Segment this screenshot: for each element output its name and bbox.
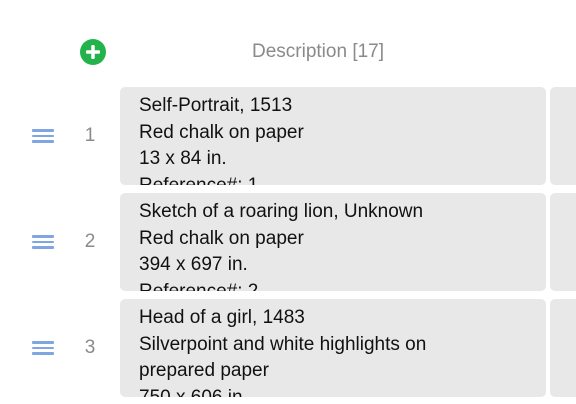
adjacent-cell[interactable] — [550, 193, 576, 291]
table-row: 3 Head of a girl, 1483 Silverpoint and w… — [0, 299, 576, 397]
adjacent-cell[interactable] — [550, 87, 576, 185]
adjacent-cell[interactable] — [550, 299, 576, 397]
row-index: 3 — [84, 337, 96, 358]
plus-circle-icon — [86, 45, 100, 59]
add-row-button[interactable] — [80, 39, 106, 65]
row-index: 2 — [84, 231, 96, 252]
description-line: Self-Portrait, 1513 — [139, 95, 293, 116]
table-row: 2 Sketch of a roaring lion, Unknown Red … — [0, 193, 576, 291]
description-cell[interactable]: Head of a girl, 1483 Silverpoint and whi… — [120, 299, 546, 397]
column-header: Description [17] — [0, 0, 576, 86]
description-cell[interactable]: Sketch of a roaring lion, Unknown Red ch… — [120, 193, 546, 291]
drag-handle-icon[interactable] — [32, 341, 54, 355]
description-line: Red chalk on paper — [139, 227, 304, 249]
description-line: Red chalk on paper — [139, 121, 304, 143]
description-line: prepared paper — [139, 360, 269, 381]
description-line: Reference#: 1 — [139, 174, 259, 186]
column-title: Description [17] — [252, 41, 385, 62]
row-index: 1 — [84, 125, 96, 146]
description-line: Silverpoint and white highlights on — [139, 333, 427, 355]
description-line: 394 x 697 in. — [139, 254, 248, 275]
description-line: Reference#: 2 — [139, 280, 259, 292]
description-line: 750 x 606 in. — [139, 386, 248, 398]
drag-handle-icon[interactable] — [32, 129, 54, 143]
description-line: Head of a girl, 1483 — [139, 307, 305, 328]
drag-handle-icon[interactable] — [32, 235, 54, 249]
description-line: Sketch of a roaring lion, Unknown — [139, 201, 424, 222]
description-cell[interactable]: Self-Portrait, 1513 Red chalk on paper 1… — [120, 87, 546, 185]
description-line: 13 x 84 in. — [139, 148, 227, 169]
table-row: 1 Self-Portrait, 1513 Red chalk on paper… — [0, 87, 576, 185]
description-list-view: Description [17] 1 Self-Portrait, 1513 R… — [0, 0, 576, 404]
